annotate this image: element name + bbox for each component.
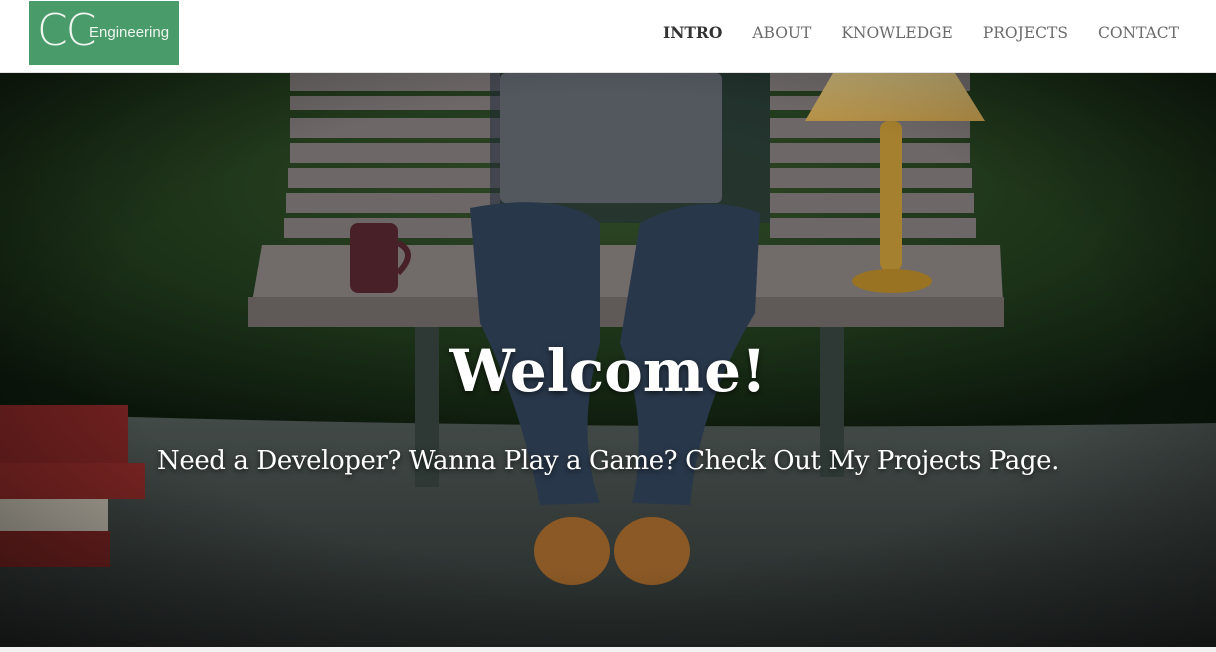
hero-title: Welcome!: [449, 337, 767, 405]
logo-wordmark: Engineering: [89, 24, 170, 41]
top-navbar: CC Engineering INTRO ABOUT KNOWLEDGE PRO…: [0, 0, 1216, 73]
logo-monogram: CC: [37, 5, 96, 56]
nav-item-contact[interactable]: CONTACT: [1098, 22, 1179, 44]
brand-logo[interactable]: CC Engineering: [29, 1, 179, 65]
nav-item-knowledge[interactable]: KNOWLEDGE: [841, 22, 953, 44]
nav-item-intro[interactable]: INTRO: [663, 22, 722, 44]
page-bottom-divider: [0, 647, 1216, 652]
main-nav: INTRO ABOUT KNOWLEDGE PROJECTS CONTACT: [633, 22, 1179, 44]
hero-section: Welcome! Need a Developer? Wanna Play a …: [0, 73, 1216, 647]
nav-item-about[interactable]: ABOUT: [752, 22, 811, 44]
hero-subtitle: Need a Developer? Wanna Play a Game? Che…: [156, 446, 1060, 476]
nav-item-projects[interactable]: PROJECTS: [983, 22, 1068, 44]
